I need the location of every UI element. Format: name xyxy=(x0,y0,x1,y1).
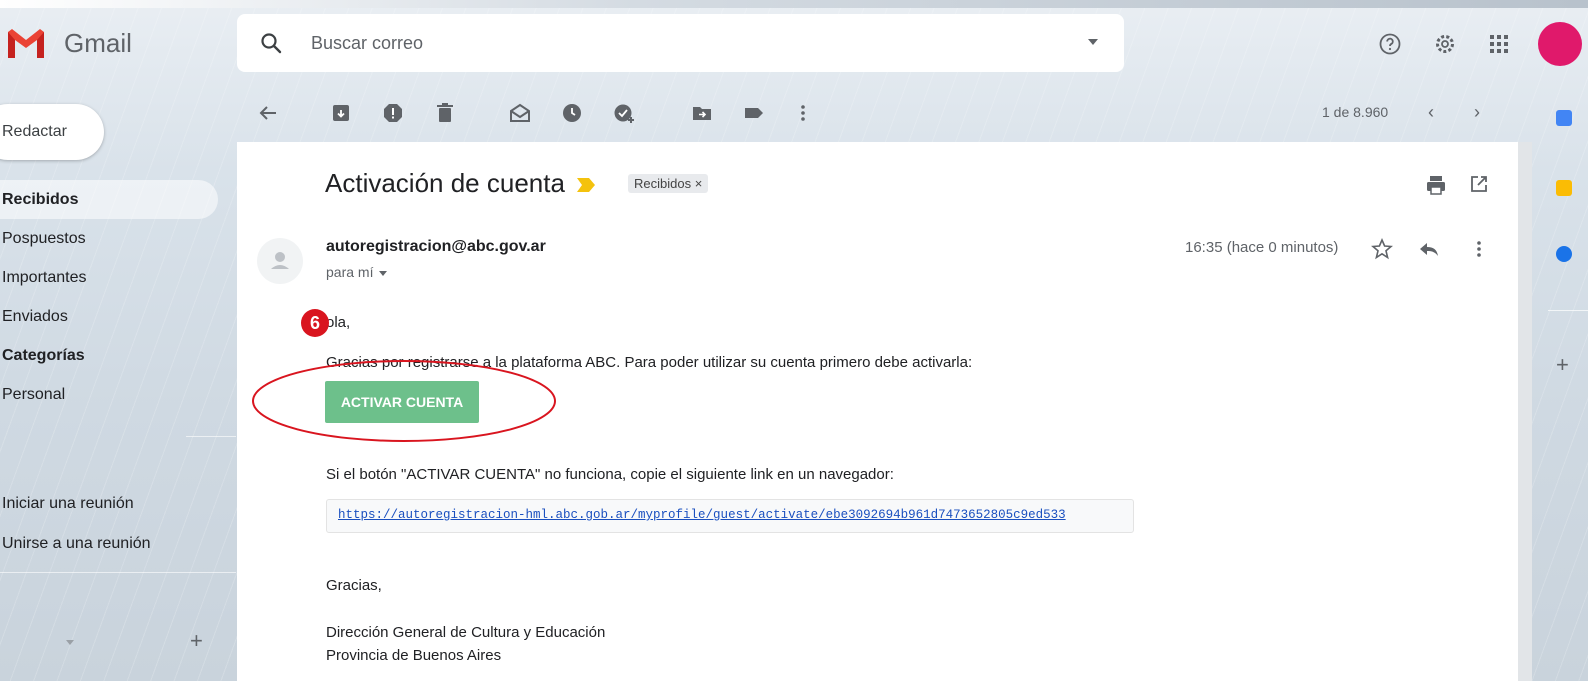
archive-icon[interactable] xyxy=(329,101,353,125)
search-input[interactable] xyxy=(309,31,1073,55)
greeting-text: ola, xyxy=(326,314,351,331)
move-to-icon[interactable] xyxy=(690,101,714,125)
search-options-caret-icon[interactable] xyxy=(1088,39,1098,45)
mark-unread-icon[interactable] xyxy=(508,101,532,125)
recipient-details[interactable]: para mí xyxy=(326,264,388,280)
annotation-highlight-ellipse xyxy=(252,360,556,442)
calendar-addon-icon[interactable] xyxy=(1556,110,1572,126)
newer-chevron-icon[interactable]: ‹ xyxy=(1428,102,1434,123)
reply-icon[interactable] xyxy=(1417,237,1441,261)
help-icon[interactable] xyxy=(1378,32,1402,56)
sidebar-item-pospuestos[interactable]: Pospuestos xyxy=(0,219,220,258)
gmail-logo-icon xyxy=(8,29,44,58)
label-chip-text: Recibidos xyxy=(634,176,692,191)
compose-label: Redactar xyxy=(2,123,67,140)
label-chip-recibidos[interactable]: Recibidos × xyxy=(628,174,709,193)
rail-divider xyxy=(1548,310,1588,311)
apps-grid-icon[interactable] xyxy=(1487,32,1511,56)
search-bar[interactable] xyxy=(237,14,1124,72)
print-icon[interactable] xyxy=(1425,174,1447,196)
tasks-addon-icon[interactable] xyxy=(1556,246,1572,262)
meet-section: Iniciar una reunión Unirse a una reunión xyxy=(0,484,151,564)
delete-icon[interactable] xyxy=(433,101,457,125)
open-in-new-window-icon[interactable] xyxy=(1469,174,1489,194)
sidebar-nav: Recibidos Pospuestos Importantes Enviado… xyxy=(0,180,220,414)
signature-line-2: Provincia de Buenos Aires xyxy=(326,647,502,664)
sidebar-divider xyxy=(186,436,236,437)
new-chat-plus-icon[interactable]: + xyxy=(190,628,203,654)
message-subject: Activación de cuenta xyxy=(325,168,565,198)
add-task-icon[interactable] xyxy=(612,101,636,125)
star-icon[interactable] xyxy=(1370,237,1394,261)
recipient-details-caret-icon[interactable] xyxy=(379,270,388,276)
report-spam-icon[interactable] xyxy=(381,101,405,125)
message-scrollbar[interactable] xyxy=(1518,142,1532,681)
pagination-count: 1 de 8.960 xyxy=(1322,104,1389,120)
snooze-icon[interactable] xyxy=(560,101,584,125)
sidebar-item-personal[interactable]: Personal xyxy=(0,375,220,414)
recipient-label: para mí xyxy=(326,264,374,280)
activation-link[interactable]: https://autoregistracion-hml.abc.gob.ar/… xyxy=(338,508,1066,522)
sidebar-item-recibidos[interactable]: Recibidos xyxy=(0,180,218,219)
hangouts-status-caret-icon[interactable] xyxy=(66,640,74,645)
message-more-vert-icon[interactable] xyxy=(1467,237,1491,261)
annotation-step-badge: 6 xyxy=(301,309,329,337)
app-name: Gmail xyxy=(64,27,132,58)
gmail-logo[interactable]: Gmail xyxy=(6,26,132,60)
activation-link-box: https://autoregistracion-hml.abc.gob.ar/… xyxy=(326,499,1134,533)
search-icon[interactable] xyxy=(259,31,283,55)
importance-marker-icon[interactable] xyxy=(577,178,595,192)
sidebar-item-categorias[interactable]: Categorías xyxy=(0,336,220,375)
meet-divider xyxy=(0,572,236,573)
back-arrow-icon[interactable] xyxy=(256,101,280,125)
join-meeting-link[interactable]: Unirse a una reunión xyxy=(0,524,151,564)
sidebar-item-importantes[interactable]: Importantes xyxy=(0,258,220,297)
account-avatar[interactable] xyxy=(1538,22,1582,66)
person-icon xyxy=(271,252,289,269)
fallback-instructions: Si el botón "ACTIVAR CUENTA" no funciona… xyxy=(326,466,894,483)
signature-line-1: Dirección General de Cultura y Educación xyxy=(326,624,606,641)
sender-email[interactable]: autoregistracion@abc.gov.ar xyxy=(326,238,546,256)
start-meeting-link[interactable]: Iniciar una reunión xyxy=(0,484,151,524)
keep-addon-icon[interactable] xyxy=(1556,180,1572,196)
more-vert-icon[interactable] xyxy=(791,101,815,125)
browser-top-strip xyxy=(0,0,1588,8)
message-view: Activación de cuenta Recibidos × autoreg… xyxy=(237,142,1518,681)
compose-button[interactable]: Redactar xyxy=(0,104,104,160)
older-chevron-icon[interactable]: › xyxy=(1474,102,1480,123)
get-addons-plus-icon[interactable]: + xyxy=(1556,352,1569,378)
closing-text: Gracias, xyxy=(326,577,382,594)
sidebar-item-enviados[interactable]: Enviados xyxy=(0,297,220,336)
message-time: 16:35 (hace 0 minutos) xyxy=(1185,239,1339,256)
gear-icon[interactable] xyxy=(1433,32,1457,56)
sender-avatar[interactable] xyxy=(257,238,303,284)
label-icon[interactable] xyxy=(742,101,766,125)
remove-label-icon[interactable]: × xyxy=(695,176,703,191)
